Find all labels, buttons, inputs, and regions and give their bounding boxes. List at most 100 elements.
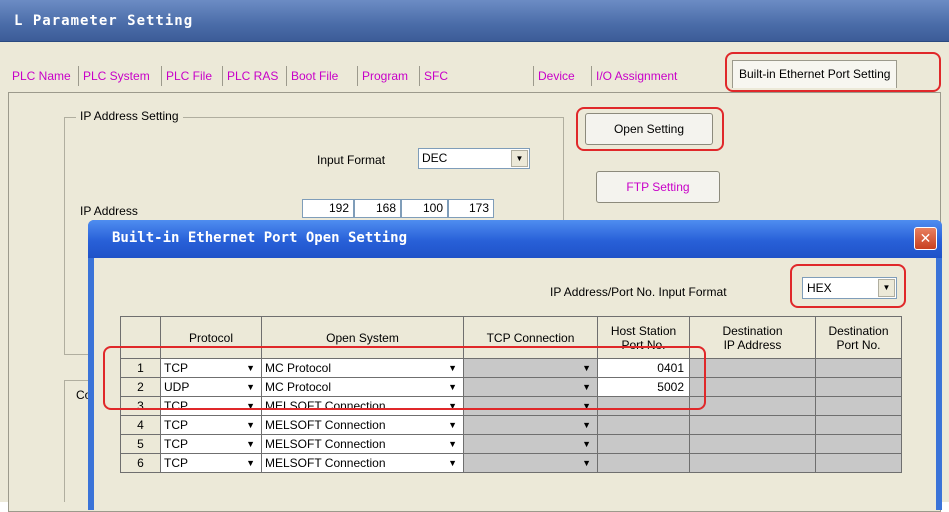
ip-octet-3[interactable]: 100 [401,199,448,218]
protocol-cell[interactable]: TCP ▼ [160,396,262,416]
chevron-down-icon[interactable]: ▼ [878,279,895,297]
destination-port-cell[interactable] [815,453,902,473]
ip-octet-1[interactable]: 192 [302,199,354,218]
destination-ip-header-line1: Destination [722,323,783,338]
tcp-connection-cell[interactable]: ▼ [463,434,598,454]
open-system-cell[interactable]: MELSOFT Connection ▼ [261,434,464,454]
destination-port-cell[interactable] [815,396,902,416]
tab-plc-name[interactable]: PLC Name [8,66,71,86]
chevron-down-icon[interactable]: ▼ [448,435,457,453]
tcp-connection-cell[interactable]: ▼ [463,377,598,397]
input-format-select[interactable]: DEC ▼ [418,148,530,169]
table-row: 3 TCP ▼ MELSOFT Connection ▼ ▼ [120,396,902,416]
host-port-value: 5002 [657,380,684,394]
host-port-cell[interactable] [597,434,690,454]
protocol-value: TCP [164,399,188,413]
protocol-header: Protocol [160,316,262,359]
table-row: 2 UDP ▼ MC Protocol ▼ ▼ 5002 [120,377,902,397]
ftp-setting-button[interactable]: FTP Setting [596,171,720,203]
chevron-down-icon[interactable]: ▼ [582,454,591,472]
chevron-down-icon[interactable]: ▼ [582,435,591,453]
destination-port-cell[interactable] [815,358,902,378]
chevron-down-icon[interactable]: ▼ [448,359,457,377]
protocol-value: TCP [164,437,188,451]
row-number: 4 [120,415,161,435]
tcp-connection-cell[interactable]: ▼ [463,396,598,416]
protocol-cell[interactable]: TCP ▼ [160,453,262,473]
host-port-cell[interactable] [597,396,690,416]
dialog-title: Built-in Ethernet Port Open Setting [112,230,408,246]
tcp-connection-cell[interactable]: ▼ [463,358,598,378]
chevron-down-icon[interactable]: ▼ [448,454,457,472]
chevron-down-icon[interactable]: ▼ [582,397,591,415]
destination-ip-header: Destination IP Address [689,316,816,359]
row-number-header [120,316,161,359]
chevron-down-icon[interactable]: ▼ [582,378,591,396]
open-system-cell[interactable]: MC Protocol ▼ [261,358,464,378]
tab-plc-system[interactable]: PLC System [78,66,150,86]
tab-sfc[interactable]: SFC [419,66,448,86]
destination-port-cell[interactable] [815,434,902,454]
open-system-cell[interactable]: MC Protocol ▼ [261,377,464,397]
open-setting-button[interactable]: Open Setting [585,113,713,145]
protocol-cell[interactable]: UDP ▼ [160,377,262,397]
tab-io-assignment[interactable]: I/O Assignment [591,66,677,86]
tab-plc-file[interactable]: PLC File [161,66,212,86]
chevron-down-icon[interactable]: ▼ [448,378,457,396]
tab-program[interactable]: Program [357,66,408,86]
chevron-down-icon[interactable]: ▼ [582,416,591,434]
destination-ip-cell[interactable] [689,434,816,454]
chevron-down-icon[interactable]: ▼ [448,416,457,434]
tab-builtin-ethernet-port-setting[interactable]: Built-in Ethernet Port Setting [732,60,898,88]
tab-plc-ras[interactable]: PLC RAS [222,66,278,86]
tcp-connection-cell[interactable]: ▼ [463,415,598,435]
destination-ip-cell[interactable] [689,453,816,473]
input-format-label: Input Format [317,153,386,167]
host-port-cell[interactable]: 5002 [597,377,690,397]
ip-port-input-format-select[interactable]: HEX ▼ [802,277,897,299]
destination-ip-cell[interactable] [689,396,816,416]
host-station-port-header-line2: Port No. [621,337,666,352]
protocol-value: TCP [164,361,188,375]
destination-port-header-line1: Destination [828,323,889,338]
open-system-cell[interactable]: MELSOFT Connection ▼ [261,396,464,416]
destination-ip-cell[interactable] [689,358,816,378]
chevron-down-icon[interactable]: ▼ [511,150,528,167]
host-port-cell[interactable]: 0401 [597,358,690,378]
tcp-connection-cell[interactable]: ▼ [463,453,598,473]
chevron-down-icon[interactable]: ▼ [246,397,255,415]
destination-ip-cell[interactable] [689,415,816,435]
chevron-down-icon[interactable]: ▼ [448,397,457,415]
host-port-cell[interactable] [597,453,690,473]
chevron-down-icon[interactable]: ▼ [246,359,255,377]
chevron-down-icon[interactable]: ▼ [246,454,255,472]
destination-ip-cell[interactable] [689,377,816,397]
main-window-titlebar: L Parameter Setting [0,0,949,42]
ip-octet-4[interactable]: 173 [448,199,494,218]
chevron-down-icon[interactable]: ▼ [246,416,255,434]
destination-ip-header-line2: IP Address [723,337,782,352]
protocol-cell[interactable]: TCP ▼ [160,415,262,435]
row-number: 5 [120,434,161,454]
chevron-down-icon[interactable]: ▼ [246,378,255,396]
open-system-header: Open System [261,316,464,359]
protocol-cell[interactable]: TCP ▼ [160,358,262,378]
open-system-cell[interactable]: MELSOFT Connection ▼ [261,415,464,435]
open-system-value: MC Protocol [265,380,332,394]
chevron-down-icon[interactable]: ▼ [582,359,591,377]
tab-device[interactable]: Device [533,66,575,86]
host-port-cell[interactable] [597,415,690,435]
ip-port-input-format-label: IP Address/Port No. Input Format [550,285,727,299]
destination-port-cell[interactable] [815,415,902,435]
host-station-port-header: Host Station Port No. [597,316,690,359]
table-body: 1 TCP ▼ MC Protocol ▼ ▼ 0401 2 UDP ▼ MC Protocol ▼ ▼… [120,358,902,473]
protocol-cell[interactable]: TCP ▼ [160,434,262,454]
ip-octet-2[interactable]: 168 [354,199,401,218]
table-header-row: Protocol Open System TCP Connection Host… [120,316,902,359]
open-system-value: MELSOFT Connection [265,399,386,413]
tab-boot-file[interactable]: Boot File [286,66,338,86]
close-icon[interactable]: ✕ [914,227,937,250]
chevron-down-icon[interactable]: ▼ [246,435,255,453]
open-system-cell[interactable]: MELSOFT Connection ▼ [261,453,464,473]
destination-port-cell[interactable] [815,377,902,397]
